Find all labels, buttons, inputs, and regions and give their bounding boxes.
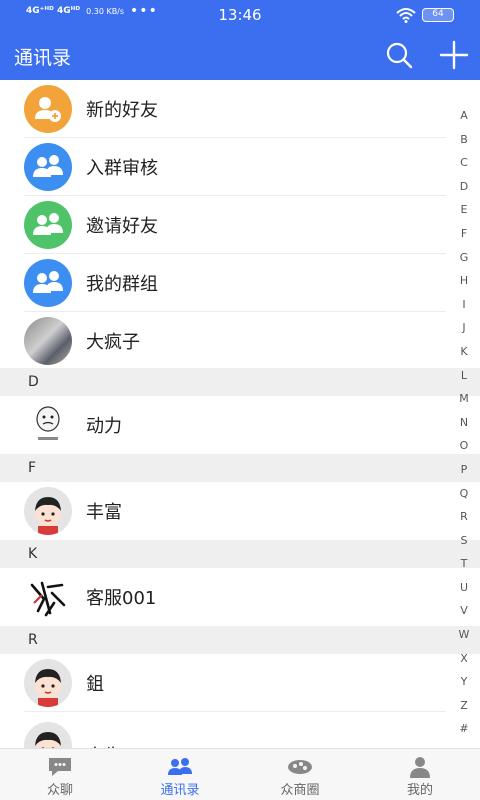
app-bar: 通讯录 [0,30,480,80]
function-row-my-groups[interactable]: 我的群组 [0,254,446,312]
contact-avatar [24,659,72,707]
page-title: 通讯录 [14,47,72,69]
index-letter[interactable]: Q [452,482,476,506]
status-right: 64 [396,7,454,23]
section-letter: F [28,460,37,476]
index-letter[interactable]: C [452,151,476,175]
index-letter[interactable]: J [452,316,476,340]
section-header-r: R [0,626,480,654]
tab-label: 通讯录 [160,783,200,798]
index-letter[interactable]: E [452,198,476,222]
contact-row[interactable]: 大疯子 [0,312,446,370]
index-letter[interactable]: D [452,175,476,199]
battery-indicator: 64 [422,8,454,22]
index-letter[interactable]: A [452,104,476,128]
function-label: 我的群组 [86,274,158,295]
contact-avatar [24,401,72,449]
add-icon[interactable] [438,39,470,71]
index-letter[interactable]: H [452,269,476,293]
index-letter[interactable]: W [452,623,476,647]
index-letter[interactable]: K [452,340,476,364]
function-label: 入群审核 [86,158,158,179]
function-row-group-review[interactable]: 入群审核 [0,138,446,196]
contact-name: 丰富 [86,502,122,523]
my-groups-icon [24,259,72,307]
index-letter[interactable]: V [452,599,476,623]
index-letter[interactable]: Y [452,670,476,694]
add-friend-icon [24,85,72,133]
bottom-nav: 众聊 通讯录 众商圈 我的 [0,748,480,800]
index-letter[interactable]: R [452,505,476,529]
contact-row[interactable]: 客服001 [0,568,446,626]
contact-name: 客服001 [86,588,157,609]
contact-avatar [24,722,72,748]
index-letter[interactable]: L [452,364,476,388]
index-letter[interactable]: Z [452,694,476,718]
tab-label: 众聊 [46,783,73,798]
index-letter[interactable]: F [452,222,476,246]
tab-contacts[interactable]: 通讯录 [120,749,240,800]
tab-label: 众商圈 [280,783,320,798]
contact-name: 动力 [86,416,122,437]
index-letter[interactable]: M [452,387,476,411]
section-header-k: K [0,540,480,568]
index-letter[interactable]: N [452,411,476,435]
search-icon[interactable] [384,40,414,70]
function-label: 新的好友 [86,100,158,121]
contact-avatar [24,573,72,621]
section-header-d: D [0,368,480,396]
contact-list[interactable]: 新的好友 入群审核 邀请好友 我的群组 大疯子 D 动力 F 丰富 K 客服00… [0,80,480,748]
contact-name: 大疯子 [86,332,140,353]
section-letter: K [28,546,38,562]
index-letter[interactable]: T [452,552,476,576]
contact-row[interactable]: 鉏 [0,654,446,712]
index-letter[interactable]: B [452,128,476,152]
index-letter[interactable]: S [452,529,476,553]
invite-friend-icon [24,201,72,249]
index-letter[interactable]: O [452,434,476,458]
section-letter: D [28,374,39,390]
index-letter[interactable]: U [452,576,476,600]
contact-row[interactable]: 人生 [0,712,446,748]
alphabet-index[interactable]: A B C D E F G H I J K L M N O P Q R S T U V W X Y Z # [452,104,476,741]
tab-chat[interactable]: 众聊 [0,749,120,800]
section-letter: R [28,632,38,648]
function-row-new-friends[interactable]: 新的好友 [0,80,446,138]
function-row-invite-friends[interactable]: 邀请好友 [0,196,446,254]
status-bar: 4G⁺ᴴᴰ 4Gᴴᴰ 0.30 KB/s ••• 13:46 64 [0,0,480,30]
contacts-icon [168,758,192,775]
profile-icon [410,757,430,778]
index-letter[interactable]: I [452,293,476,317]
contact-row[interactable]: 丰富 [0,482,446,540]
index-letter[interactable]: # [452,717,476,741]
index-letter[interactable]: G [452,246,476,270]
index-letter[interactable]: X [452,647,476,671]
wifi-icon [396,8,416,23]
contact-row[interactable]: 动力 [0,396,446,454]
tab-circle[interactable]: 众商圈 [240,749,360,800]
contact-name: 鉏 [86,674,104,695]
contact-avatar [24,487,72,535]
chat-icon [49,758,71,776]
index-letter[interactable]: P [452,458,476,482]
circle-icon [288,760,312,774]
section-header-f: F [0,454,480,482]
group-review-icon [24,143,72,191]
tab-label: 我的 [406,783,433,798]
tab-profile[interactable]: 我的 [360,749,480,800]
function-label: 邀请好友 [86,216,158,237]
contact-avatar [24,317,72,365]
